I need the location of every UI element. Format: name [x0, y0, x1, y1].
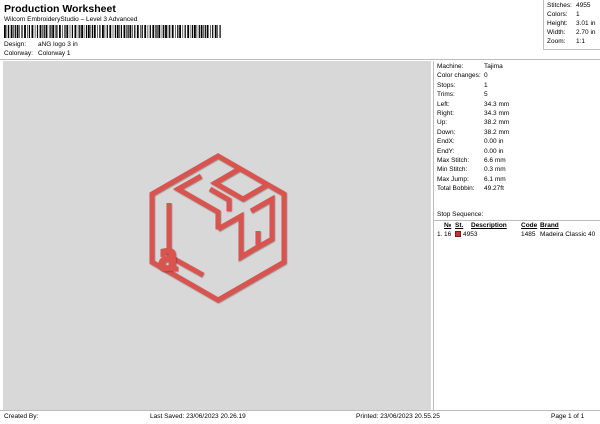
width-value: 2.70 in: [576, 29, 596, 36]
info-label: Up:: [437, 119, 448, 127]
info-value: 6.6 mm: [484, 157, 506, 164]
info-label: Right:: [437, 110, 454, 117]
stitches-label: Stitches:: [547, 2, 572, 9]
info-value: 34.3 mm: [484, 110, 510, 117]
info-label: Max Jump:: [437, 175, 469, 183]
header-divider: [0, 59, 600, 60]
design-label: Design:: [4, 41, 27, 48]
info-value: 5: [484, 91, 488, 99]
stitches-value: 4955: [576, 2, 591, 9]
height-value: 3.01 in: [576, 20, 596, 27]
info-value: 6.1 mm: [484, 175, 506, 183]
width-label: Width:: [547, 29, 566, 36]
printed-date: Printed: 23/06/2023 20.55.25: [356, 413, 440, 420]
embroidery-logo: a: [149, 153, 287, 303]
info-label: Down:: [437, 128, 456, 136]
row-stitches: 4953: [463, 231, 478, 238]
info-value: 49.27ft: [484, 185, 504, 193]
col-code: Code: [521, 222, 538, 229]
created-by: Created By:: [4, 413, 39, 420]
info-label: Machine:: [437, 63, 464, 70]
zoom-value: 1:1: [576, 38, 586, 45]
machine-info-panel: Machine: Tajima Color changes: 0 Stops: 1 Trim…: [433, 61, 600, 410]
page-number: Page 1 of 1: [551, 413, 585, 420]
design-preview: a: [3, 61, 431, 410]
right-face-n: [216, 211, 263, 262]
colors-value: 1: [576, 11, 580, 18]
col-brand: Brand: [540, 222, 559, 229]
design-name: aNG logo 3 in: [38, 41, 78, 48]
colorway-label: Colorway:: [4, 50, 33, 57]
info-label: Left:: [437, 100, 450, 108]
row-number: 16: [444, 231, 452, 238]
footer-divider: [0, 410, 600, 411]
info-value: 0: [484, 72, 488, 80]
info-value: 38.2 mm: [484, 119, 510, 127]
info-value: 0.00 in: [484, 147, 504, 155]
info-value: Tajima: [484, 63, 503, 70]
info-label: Stops:: [437, 81, 456, 89]
right-face-g: [249, 194, 275, 252]
col-number: №: [444, 222, 452, 229]
row-code: 1485: [521, 231, 536, 238]
info-value: 1: [484, 81, 488, 89]
row-index: 1.: [437, 231, 443, 238]
barcode: [4, 25, 221, 38]
info-label: Trims:: [437, 91, 455, 99]
thread-color-swatch: [455, 231, 461, 237]
colorway-name: Colorway 1: [38, 50, 71, 57]
info-label: Total Bobbin:: [437, 185, 475, 193]
info-value: 38.2 mm: [484, 128, 510, 136]
info-label: Max Stitch:: [437, 157, 470, 164]
info-value: 34.3 mm: [484, 100, 510, 108]
info-label: EndY:: [437, 147, 455, 155]
zoom-label: Zoom:: [547, 38, 566, 45]
info-label: Color changes:: [437, 72, 481, 80]
software-subtitle: Wilcom EmbroideryStudio – Level 3 Advanc…: [4, 16, 138, 23]
letter-a: a: [159, 233, 177, 278]
last-saved: Last Saved: 23/06/2023 20.26.19: [150, 413, 246, 420]
col-stitches: St.: [455, 222, 464, 229]
row-brand: Madeira Classic 40: [540, 231, 596, 238]
info-label: EndX:: [437, 138, 455, 146]
colors-label: Colors:: [547, 11, 568, 18]
stop-sequence-title: Stop Sequence:: [437, 211, 484, 218]
info-value: 0.00 in: [484, 138, 504, 146]
worksheet-title: Production Worksheet: [4, 3, 116, 15]
info-value: 0.3 mm: [484, 166, 506, 174]
col-description: Description: [471, 222, 507, 229]
height-label: Height:: [547, 20, 568, 27]
stop-sequence-divider: [434, 220, 600, 221]
info-label: Min Stitch:: [437, 166, 468, 174]
stats-box: Stitches: 4955 Colors: 1 Height: 3.01 in…: [543, 0, 600, 50]
